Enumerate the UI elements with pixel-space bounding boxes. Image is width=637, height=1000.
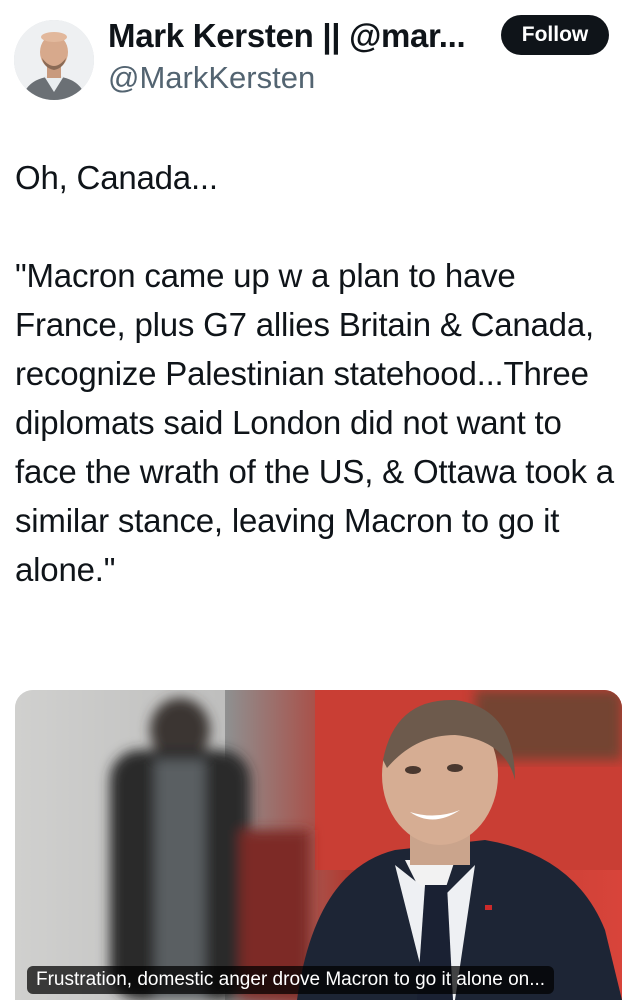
author-display-name[interactable]: Mark Kersten || @mar... [108, 16, 465, 56]
tweet-body: Oh, Canada... "Macron came up w a plan t… [15, 153, 627, 594]
tweet-text-line: Oh, Canada... [15, 159, 218, 196]
avatar-photo [14, 20, 94, 100]
media-caption: Frustration, domestic anger drove Macron… [27, 966, 555, 994]
media-image [15, 690, 622, 1000]
author-handle[interactable]: @MarkKersten [108, 58, 315, 98]
media-card[interactable]: Frustration, domestic anger drove Macron… [15, 690, 622, 1000]
follow-button[interactable]: Follow [501, 15, 609, 55]
tweet-quote: "Macron came up w a plan to have France,… [15, 257, 623, 588]
author-avatar[interactable] [14, 20, 94, 100]
tweet-header: Mark Kersten || @mar... @MarkKersten Fol… [0, 0, 637, 110]
paragraph-spacer [15, 202, 627, 251]
